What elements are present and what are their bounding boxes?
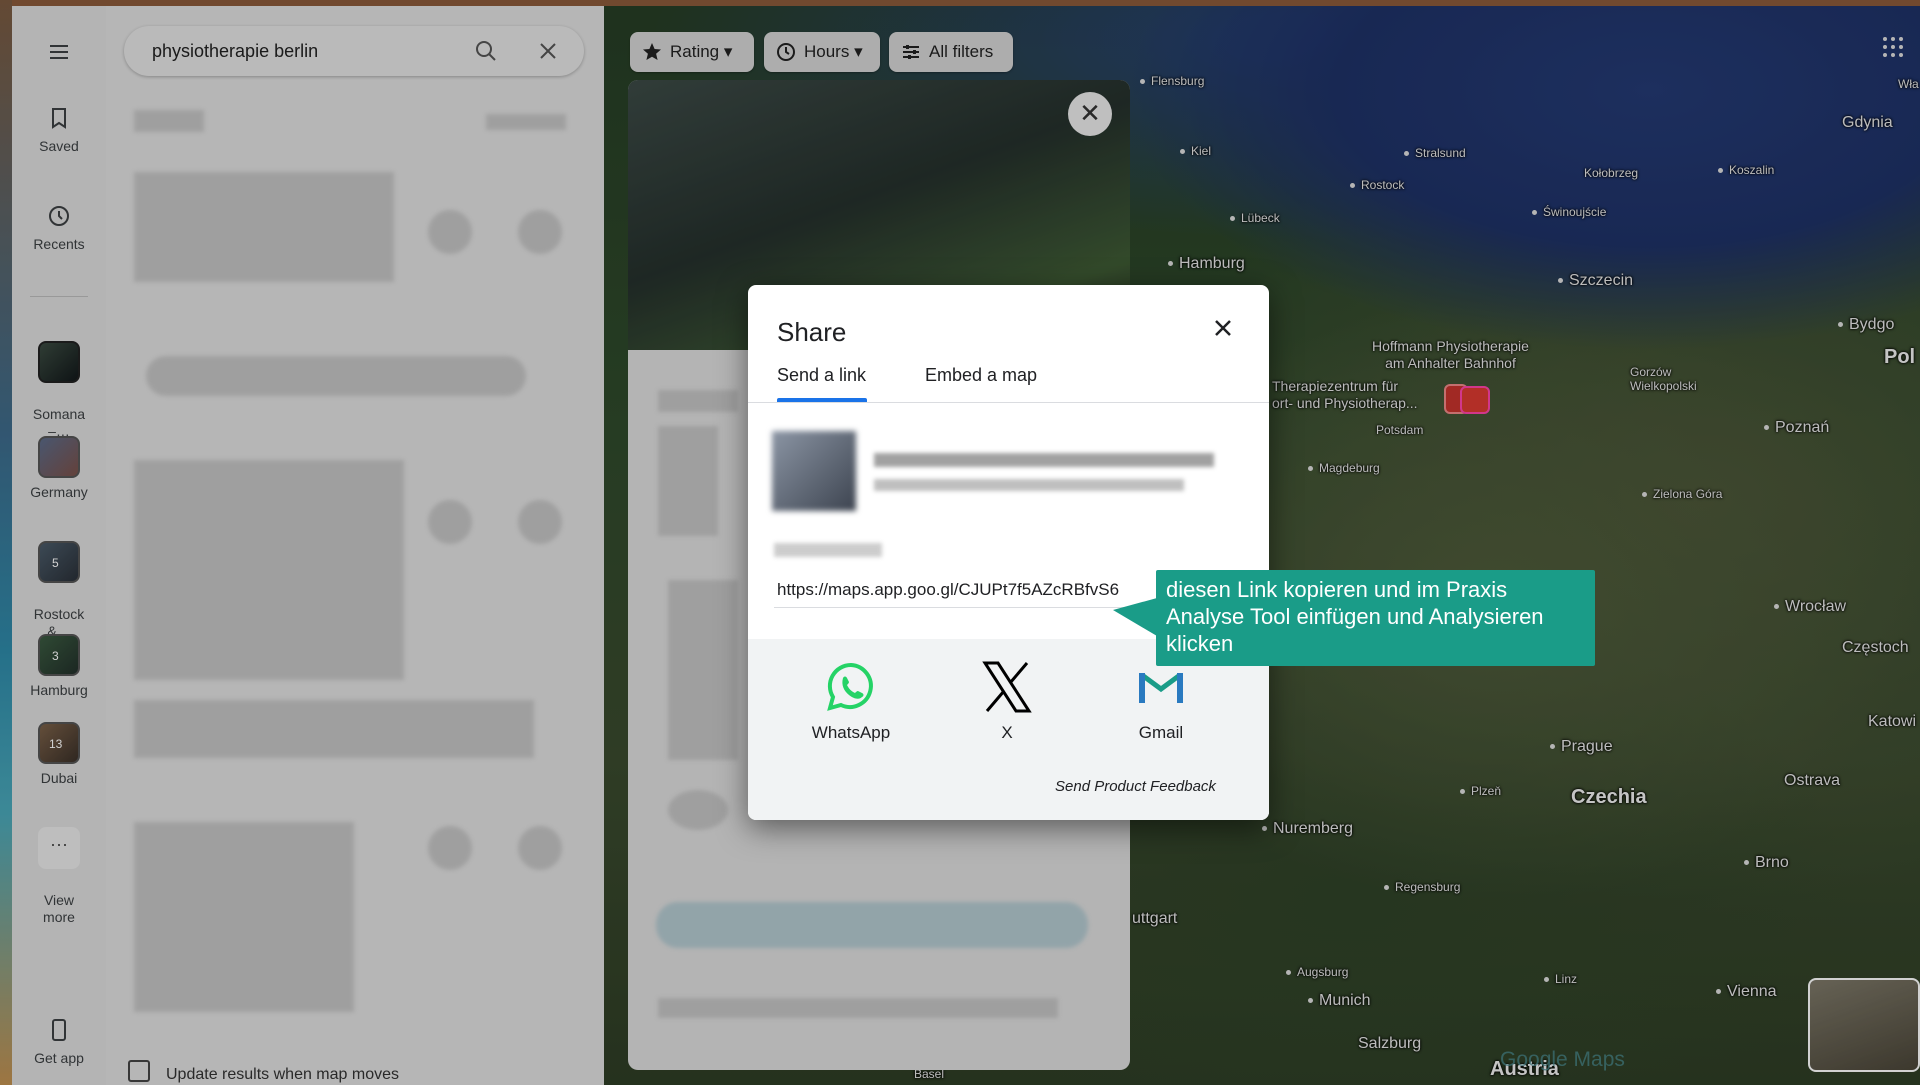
tab-send-link[interactable]: Send a link [777,365,866,386]
place-preview-thumbnail [772,431,856,511]
whatsapp-icon [827,662,873,711]
share-whatsapp-button[interactable]: WhatsApp [796,661,906,743]
x-icon [982,661,1032,713]
gmail-label: Gmail [1138,723,1184,742]
share-dialog: Share Send a link Embed a map https://ma… [748,285,1269,820]
share-targets: WhatsApp X Gmail Send Product Feedback [748,639,1269,820]
dialog-title: Share [777,317,847,347]
instruction-tooltip: diesen Link kopieren und im Praxis Analy… [1156,570,1595,666]
tooltip-arrow [1113,598,1157,636]
url-underline [774,607,1124,608]
close-icon[interactable] [1208,313,1238,343]
gmail-icon [1139,672,1183,703]
share-x-button[interactable]: X [952,661,1062,743]
share-gmail-button[interactable]: Gmail [1106,661,1216,743]
whatsapp-label: WhatsApp [811,723,891,742]
send-feedback-link[interactable]: Send Product Feedback [1055,778,1216,795]
share-link-url[interactable]: https://maps.app.goo.gl/CJUPt7f5AZcRBfvS… [777,580,1119,600]
x-label: X [1001,723,1013,742]
tab-embed-map[interactable]: Embed a map [925,365,1037,386]
